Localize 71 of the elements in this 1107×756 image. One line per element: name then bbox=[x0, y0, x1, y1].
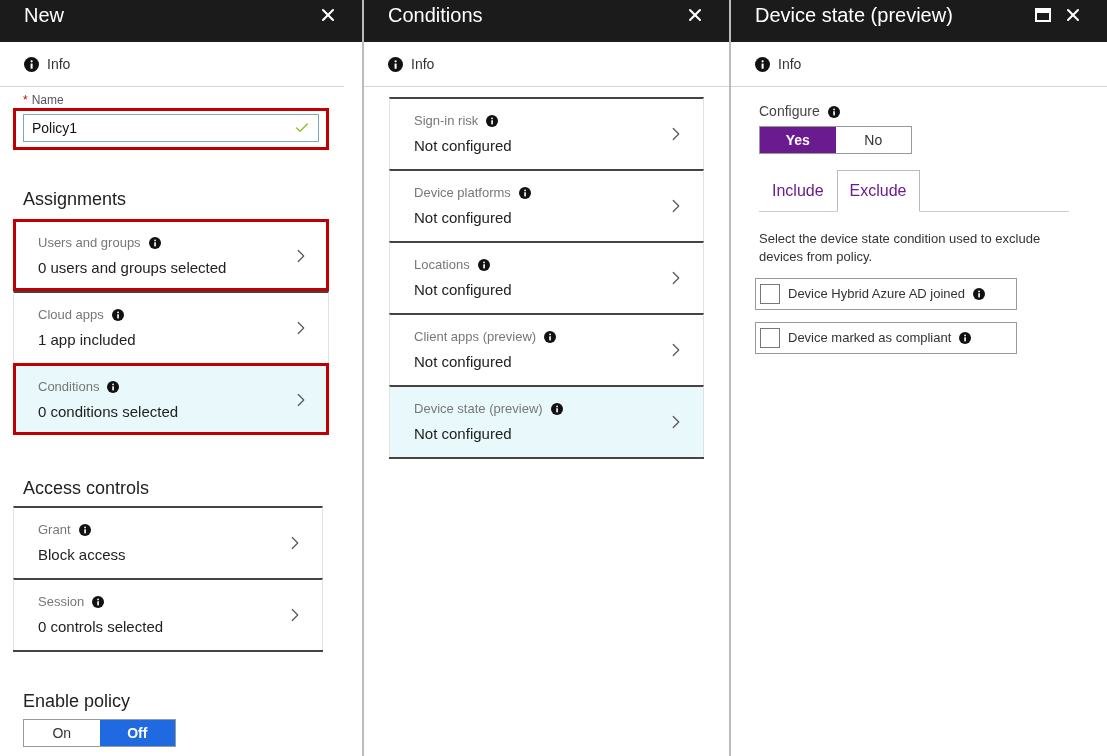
row-value: Not configured bbox=[414, 351, 513, 372]
info-icon bbox=[486, 114, 499, 127]
row-value: Not configured bbox=[414, 207, 513, 228]
row-label: Device state (preview) bbox=[414, 400, 543, 418]
nav-row[interactable]: Cloud apps 1 app included bbox=[13, 291, 329, 363]
info-icon bbox=[477, 258, 490, 271]
row-value: Block access bbox=[38, 544, 126, 565]
info-icon bbox=[388, 56, 403, 72]
info-link[interactable]: Info bbox=[778, 53, 802, 75]
row-label: Users and groups bbox=[38, 234, 141, 252]
nav-row[interactable]: Grant Block access bbox=[13, 506, 323, 578]
nav-row[interactable]: Device state (preview) Not configured bbox=[389, 385, 704, 457]
nav-row[interactable]: Client apps (preview) Not configured bbox=[389, 313, 704, 385]
blade-title: New bbox=[24, 5, 64, 25]
info-icon bbox=[111, 308, 124, 321]
checkbox-row[interactable]: Device Hybrid Azure AD joined bbox=[755, 278, 1017, 310]
info-icon bbox=[550, 402, 563, 415]
section-heading: Enable policy bbox=[23, 690, 132, 713]
row-value: 1 app included bbox=[38, 329, 136, 350]
toggle-option[interactable]: Yes bbox=[760, 127, 836, 153]
field-label: Name bbox=[31, 93, 64, 107]
section-heading: Access controls bbox=[23, 477, 151, 500]
nav-row[interactable]: Conditions 0 conditions selected bbox=[13, 363, 329, 435]
info-icon bbox=[107, 380, 120, 393]
nav-row[interactable]: Locations Not configured bbox=[389, 241, 704, 313]
row-value: 0 users and groups selected bbox=[38, 257, 227, 278]
checkbox[interactable] bbox=[760, 284, 780, 304]
row-value: 0 conditions selected bbox=[38, 401, 179, 422]
checkbox-label: Device Hybrid Azure AD joined bbox=[788, 285, 966, 304]
required-mark: * bbox=[23, 93, 28, 107]
blade-title: Device state (preview) bbox=[755, 5, 953, 25]
info-link[interactable]: Info bbox=[47, 53, 71, 75]
info-icon bbox=[518, 186, 531, 199]
checkbox-label: Device marked as compliant bbox=[788, 329, 952, 348]
row-label: Conditions bbox=[38, 378, 100, 396]
nav-row[interactable]: Session 0 controls selected bbox=[13, 578, 323, 650]
checkbox[interactable] bbox=[760, 328, 780, 348]
field-label: Configure bbox=[759, 102, 820, 121]
nav-row[interactable]: Users and groups 0 users and groups selected bbox=[13, 219, 329, 291]
info-icon bbox=[544, 330, 557, 343]
row-value: Not configured bbox=[414, 135, 512, 156]
row-label: Session bbox=[38, 593, 85, 611]
blade-title: Conditions bbox=[388, 5, 483, 25]
info-icon bbox=[973, 288, 986, 300]
info-icon bbox=[148, 236, 161, 249]
maximize-icon[interactable] bbox=[1035, 8, 1051, 22]
description-text: Select the device state condition used to exclude devices from policy. bbox=[759, 230, 1042, 266]
info-icon bbox=[755, 56, 770, 72]
name-input[interactable]: Policy1 bbox=[23, 114, 319, 142]
checkbox-row[interactable]: Device marked as compliant bbox=[755, 322, 1017, 354]
toggle-option[interactable]: Off bbox=[99, 720, 175, 746]
row-value: Not configured bbox=[414, 279, 512, 300]
row-label: Grant bbox=[38, 521, 71, 539]
info-icon bbox=[827, 105, 840, 118]
row-label: Device platforms bbox=[414, 184, 511, 202]
row-label: Client apps (preview) bbox=[414, 328, 537, 346]
info-icon bbox=[78, 523, 91, 536]
tab[interactable]: Exclude bbox=[836, 170, 920, 212]
row-label: Locations bbox=[414, 256, 470, 274]
section-heading: Assignments bbox=[23, 188, 128, 211]
info-icon bbox=[24, 56, 39, 72]
row-label: Cloud apps bbox=[38, 306, 104, 324]
row-label: Sign-in risk bbox=[414, 112, 479, 130]
info-icon bbox=[959, 332, 972, 344]
nav-row[interactable]: Sign-in risk Not configured bbox=[389, 97, 704, 169]
row-value: Not configured bbox=[414, 423, 513, 444]
tab[interactable]: Include bbox=[759, 170, 837, 212]
info-icon bbox=[92, 595, 105, 608]
info-link[interactable]: Info bbox=[411, 53, 435, 75]
row-value: 0 controls selected bbox=[38, 616, 164, 637]
nav-row[interactable]: Device platforms Not configured bbox=[389, 169, 704, 241]
